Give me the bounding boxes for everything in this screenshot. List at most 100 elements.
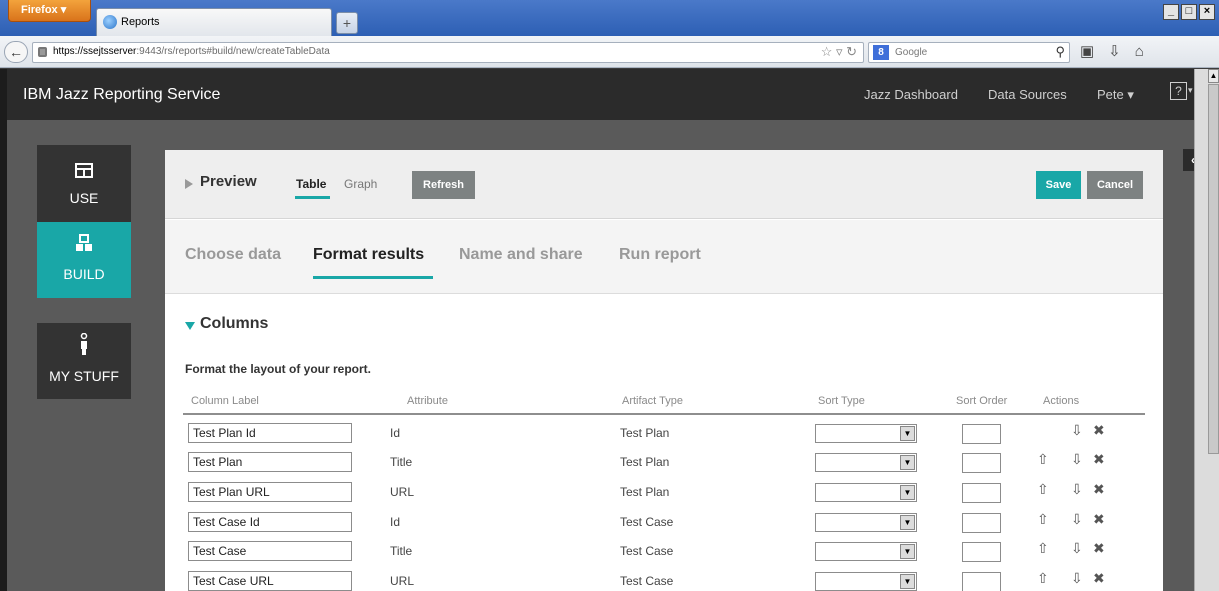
remove-icon[interactable]: ✖: [1093, 540, 1105, 557]
sort-order-input[interactable]: [962, 513, 1001, 533]
jazz-dashboard-link[interactable]: Jazz Dashboard: [864, 87, 958, 102]
dropdown-arrow-icon: ▼: [900, 574, 915, 589]
help-caret-icon[interactable]: ▾: [1188, 85, 1193, 96]
table-row: URL Test Case ▼ ⇧ ⇩ ✖: [165, 569, 1163, 591]
column-label-input[interactable]: [188, 571, 352, 591]
move-up-icon[interactable]: ⇧: [1037, 540, 1049, 557]
header-attribute: Attribute: [407, 395, 448, 407]
refresh-button[interactable]: Refresh: [412, 171, 475, 199]
tab-graph[interactable]: Graph: [344, 177, 377, 191]
firefox-menu-button[interactable]: Firefox ▾: [8, 0, 91, 22]
sort-order-input[interactable]: [962, 572, 1001, 591]
remove-icon[interactable]: ✖: [1093, 481, 1105, 498]
url-bar[interactable]: https://ssejtsserver:9443/rs/reports#bui…: [32, 42, 864, 63]
expand-arrow-icon[interactable]: [185, 179, 193, 189]
sort-type-select[interactable]: ▼: [815, 542, 917, 561]
sort-type-select[interactable]: ▼: [815, 424, 917, 443]
sort-order-input[interactable]: [962, 542, 1001, 562]
table-row: URL Test Plan ▼ ⇧ ⇩ ✖: [165, 480, 1163, 509]
step-name-and-share[interactable]: Name and share: [459, 246, 583, 264]
minimize-button[interactable]: _: [1163, 4, 1179, 20]
remove-icon[interactable]: ✖: [1093, 451, 1105, 468]
move-down-icon[interactable]: ⇩: [1071, 540, 1083, 557]
sort-order-input[interactable]: [962, 453, 1001, 473]
bookmark-star-icon[interactable]: ☆ ▿ ↻: [821, 44, 857, 60]
cancel-button[interactable]: Cancel: [1087, 171, 1143, 199]
header-actions: Actions: [1043, 395, 1080, 407]
user-menu[interactable]: Pete ▾: [1097, 87, 1134, 103]
columns-title[interactable]: Columns: [200, 315, 268, 333]
column-label-input[interactable]: [188, 512, 352, 532]
move-up-icon[interactable]: ⇧: [1037, 570, 1049, 587]
header-sort-type: Sort Type: [818, 395, 865, 407]
column-label-input[interactable]: [188, 452, 352, 472]
new-tab-button[interactable]: +: [336, 12, 358, 34]
move-up-icon[interactable]: ⇧: [1037, 511, 1049, 528]
attribute-cell: Id: [390, 426, 401, 440]
tab-table[interactable]: Table: [296, 177, 326, 191]
step-format-results[interactable]: Format results: [313, 246, 424, 264]
sidebar-item-build[interactable]: BUILD: [37, 222, 131, 298]
remove-icon[interactable]: ✖: [1093, 511, 1105, 528]
firefox-menu-label: Firefox: [21, 4, 58, 16]
help-button[interactable]: ?: [1170, 82, 1187, 100]
move-down-icon[interactable]: ⇩: [1071, 511, 1083, 528]
move-down-icon[interactable]: ⇩: [1071, 451, 1083, 468]
sort-order-input[interactable]: [962, 424, 1001, 444]
artifact-type-cell: Test Plan: [620, 485, 670, 499]
remove-icon[interactable]: ✖: [1093, 422, 1105, 439]
attribute-cell: URL: [390, 574, 415, 588]
header-artifact-type: Artifact Type: [622, 395, 683, 407]
save-button[interactable]: Save: [1036, 171, 1081, 199]
table-row: Id Test Plan ▼ ⇩ ✖: [165, 421, 1163, 450]
artifact-type-cell: Test Case: [620, 515, 674, 529]
sort-type-select[interactable]: ▼: [815, 483, 917, 502]
column-label-input[interactable]: [188, 482, 352, 502]
sort-type-select[interactable]: ▼: [815, 453, 917, 472]
move-down-icon[interactable]: ⇩: [1071, 570, 1083, 587]
browser-navbar: ← https://ssejtsserver:9443/rs/reports#b…: [0, 36, 1219, 68]
remove-icon[interactable]: ✖: [1093, 570, 1105, 587]
dropdown-arrow-icon: ▼: [900, 515, 915, 530]
scroll-up-icon[interactable]: ▲: [1208, 69, 1219, 83]
search-icon[interactable]: ⚲: [1055, 44, 1065, 60]
back-button[interactable]: ←: [4, 41, 28, 63]
move-up-icon[interactable]: ⇧: [1037, 451, 1049, 468]
move-down-icon[interactable]: ⇩: [1071, 422, 1083, 439]
artifact-type-cell: Test Case: [620, 544, 674, 558]
move-down-icon[interactable]: ⇩: [1071, 481, 1083, 498]
column-label-input[interactable]: [188, 423, 352, 443]
google-icon: 8: [873, 45, 889, 60]
blocks-icon: [76, 234, 92, 251]
table-row: Title Test Case ▼ ⇧ ⇩ ✖: [165, 539, 1163, 568]
scroll-thumb[interactable]: [1208, 84, 1219, 454]
step-choose-data[interactable]: Choose data: [185, 246, 281, 264]
close-button[interactable]: ×: [1199, 4, 1215, 20]
search-placeholder: Google: [895, 47, 928, 58]
header-column-label: Column Label: [191, 395, 259, 407]
column-label-input[interactable]: [188, 541, 352, 561]
dropdown-arrow-icon: ▼: [900, 544, 915, 559]
active-step-underline: [313, 276, 433, 279]
sidebar-item-my-stuff[interactable]: MY STUFF: [37, 323, 131, 399]
sort-order-input[interactable]: [962, 483, 1001, 503]
sort-type-select[interactable]: ▼: [815, 513, 917, 532]
collapse-arrow-icon[interactable]: [185, 322, 195, 330]
lock-icon: [38, 47, 47, 57]
move-up-icon[interactable]: ⇧: [1037, 481, 1049, 498]
table-row: Id Test Case ▼ ⇧ ⇩ ✖: [165, 510, 1163, 539]
browser-tab[interactable]: Reports: [96, 8, 332, 36]
step-run-report[interactable]: Run report: [619, 246, 701, 264]
window-controls: _ □ ×: [1163, 4, 1215, 20]
dropdown-arrow-icon: ▼: [900, 426, 915, 441]
dropdown-arrow-icon: ▼: [900, 485, 915, 500]
preview-title[interactable]: Preview: [200, 173, 257, 190]
maximize-button[interactable]: □: [1181, 4, 1197, 20]
data-sources-link[interactable]: Data Sources: [988, 87, 1067, 102]
main-panel: Preview Table Graph Refresh Save Cancel …: [165, 150, 1163, 591]
sidebar-item-use[interactable]: USE: [37, 145, 131, 222]
toolbar-icons[interactable]: ▣⇩⌂: [1080, 42, 1158, 60]
sort-type-select[interactable]: ▼: [815, 572, 917, 591]
search-bar[interactable]: 8 Google ⚲: [868, 42, 1070, 63]
table-icon: [75, 163, 93, 178]
